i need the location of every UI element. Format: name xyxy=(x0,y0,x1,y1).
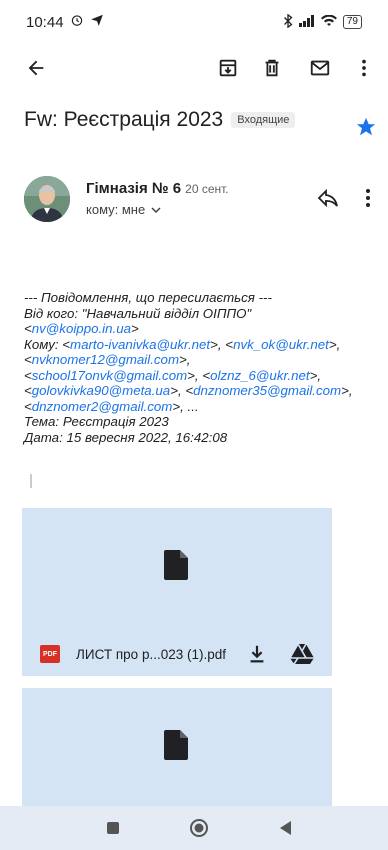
reply-icon[interactable] xyxy=(316,186,340,210)
file-icon xyxy=(164,550,188,580)
bluetooth-icon xyxy=(283,13,293,31)
to-email-link[interactable]: nvknomer12@gmail.com xyxy=(32,352,179,367)
from-name: "Навчальний відділ ОІППО" xyxy=(81,305,252,321)
recipient-toggle[interactable]: кому: мне xyxy=(86,202,161,217)
date-line: Дата: 15 вересня 2022, 16:42:08 xyxy=(24,429,228,445)
back-triangle-icon[interactable] xyxy=(273,816,297,840)
to-line: <school17onvk@gmail.com>, <olznz_6@ukr.n… xyxy=(24,367,322,383)
status-bar: 10:44 79 xyxy=(0,0,388,44)
recents-icon[interactable] xyxy=(101,816,125,840)
to-email-link[interactable]: golovkivka90@meta.ua xyxy=(32,383,170,398)
recipient-text: кому: мне xyxy=(86,202,146,217)
to-email-link[interactable]: school17onvk@gmail.com xyxy=(32,368,187,383)
to-line: Кому: <marto-ivanivka@ukr.net>, <nvk_ok@… xyxy=(24,336,341,352)
telegram-icon xyxy=(90,13,104,31)
star-icon[interactable] xyxy=(355,116,377,138)
email-body: --- Повідомлення, що пересилається --- В… xyxy=(24,290,374,445)
download-icon[interactable] xyxy=(246,643,268,665)
attachment-filename: ЛИСТ про р...023 (1).pdf xyxy=(76,646,226,662)
to-line: <nvknomer12@gmail.com>, xyxy=(24,352,191,367)
archive-icon[interactable] xyxy=(214,54,242,82)
quote-divider xyxy=(30,474,32,488)
google-drive-icon[interactable] xyxy=(288,642,316,665)
sender-line: Гімназія № 6 20 сент. xyxy=(86,180,229,197)
alarm-icon xyxy=(70,13,84,31)
to-line: <dnznomer2@gmail.com>, ... xyxy=(24,398,199,414)
home-icon[interactable] xyxy=(187,816,211,840)
attachment-card[interactable]: PDF ЛИСТ про р...023 (1).pdf xyxy=(22,508,332,676)
avatar[interactable] xyxy=(24,176,70,222)
pdf-icon: PDF xyxy=(40,645,60,663)
inbox-label-chip[interactable]: Входящие xyxy=(231,112,296,128)
trash-icon[interactable] xyxy=(258,54,286,82)
to-email-link[interactable]: marto-ivanivka@ukr.net xyxy=(70,337,210,352)
status-time: 10:44 xyxy=(26,13,64,31)
to-line: <golovkivka90@meta.ua>, <dnznomer35@gmai… xyxy=(24,383,353,398)
signal-icon xyxy=(298,14,315,30)
attachment-bar: PDF ЛИСТ про р...023 (1).pdf xyxy=(22,632,332,676)
mail-icon[interactable] xyxy=(306,54,334,82)
to-email-link[interactable]: nvk_ok@ukr.net xyxy=(233,337,329,352)
subject-line: Тема: Реєстрація 2023 xyxy=(24,414,169,429)
status-left: 10:44 xyxy=(26,13,104,31)
status-right: 79 xyxy=(283,13,362,31)
to-email-link[interactable]: dnznomer2@gmail.com xyxy=(32,399,173,414)
from-email-link[interactable]: nv@koippo.in.ua xyxy=(32,321,131,336)
to-email-link[interactable]: dnznomer35@gmail.com xyxy=(193,383,341,398)
back-arrow-icon[interactable] xyxy=(22,54,50,82)
battery-icon: 79 xyxy=(342,15,362,29)
system-nav-bar xyxy=(0,806,388,850)
forward-header: --- Повідомлення, що пересилається --- xyxy=(24,290,272,305)
email-subject: Fw: Реєстрація 2023 xyxy=(24,108,224,131)
sender-name: Гімназія № 6 xyxy=(86,180,182,197)
to-ellipsis: ... xyxy=(187,398,199,414)
to-label: Кому: xyxy=(24,336,63,352)
file-icon xyxy=(164,730,188,760)
chevron-down-icon xyxy=(151,202,161,217)
more-vert-icon[interactable] xyxy=(356,186,380,210)
email-date: 20 сент. xyxy=(185,182,229,196)
subject-row: Fw: Реєстрація 2023 Входящие xyxy=(24,108,374,132)
wifi-icon xyxy=(320,14,337,30)
more-vert-icon[interactable] xyxy=(350,54,378,82)
from-email-line: <nv@koippo.in.ua> xyxy=(24,321,139,336)
from-line: Від кого: "Навчальний відділ ОІППО" xyxy=(24,306,374,322)
to-email-link[interactable]: olznz_6@ukr.net xyxy=(210,368,310,383)
from-label: Від кого: xyxy=(24,305,82,321)
toolbar xyxy=(0,48,388,88)
